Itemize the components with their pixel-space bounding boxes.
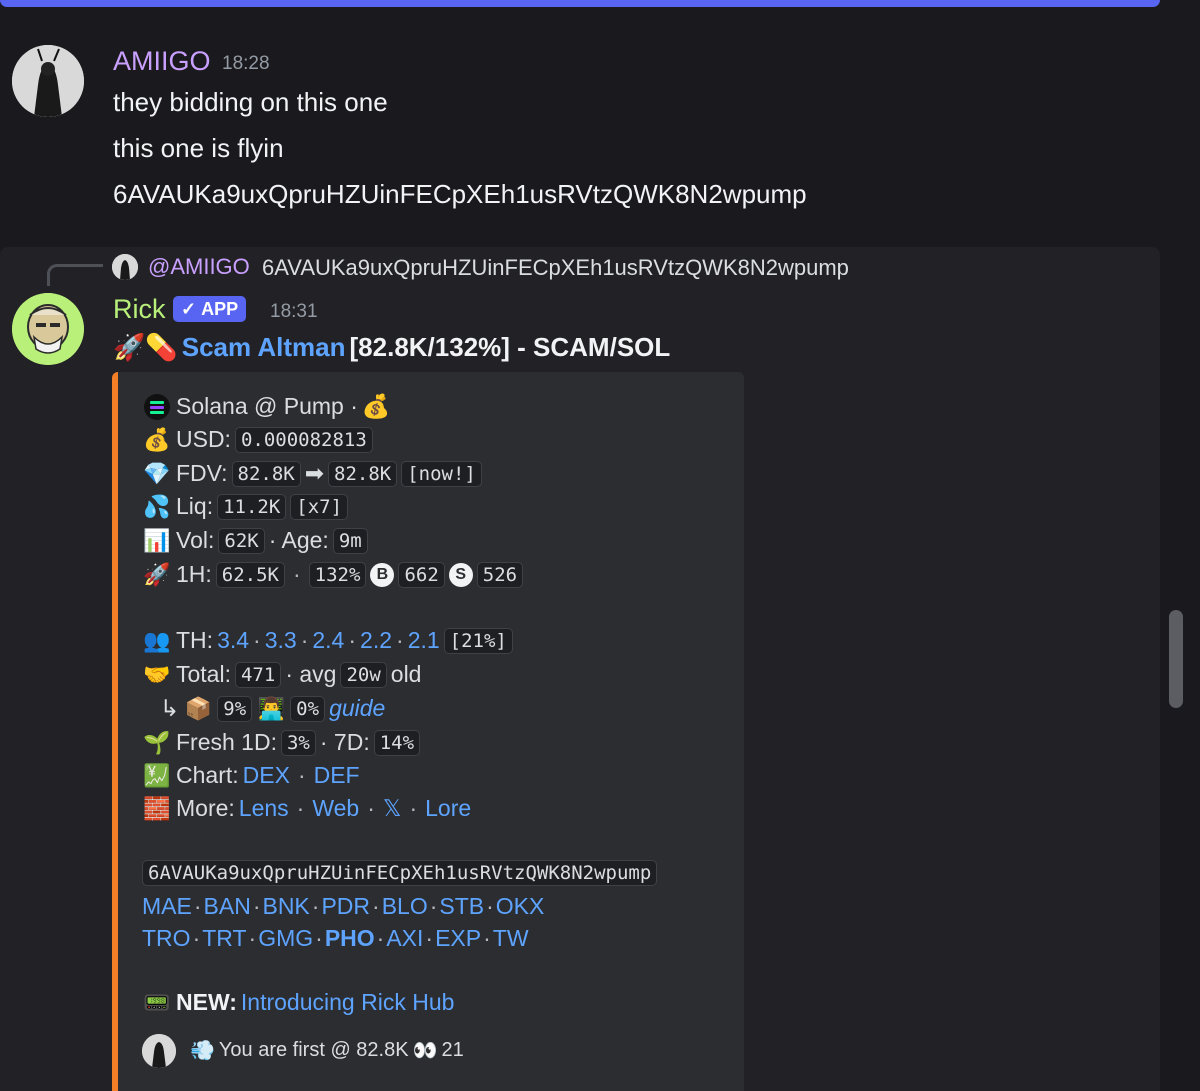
reply-mention[interactable]: @AMIIGO <box>148 254 250 280</box>
exchange-link[interactable]: BNK <box>262 893 309 920</box>
fdv-line: 💎 FDV: 82.8K ➡ 82.8K [now!] <box>142 460 482 487</box>
distribution-line: ↳ 📦 9% 👨‍💻 0% guide <box>160 695 386 722</box>
footer-line: 💨 You are first @ 82.8K 👀 21 <box>190 1039 464 1062</box>
avatar-rick[interactable] <box>12 293 84 365</box>
brick-icon: 🧱 <box>143 795 171 821</box>
message-line-2: this one is flyin <box>113 133 284 163</box>
exchange-link[interactable]: MAE <box>142 893 192 920</box>
guide-link[interactable]: guide <box>329 695 385 722</box>
reply-avatar[interactable] <box>112 254 138 280</box>
exchange-link[interactable]: PDR <box>321 893 370 920</box>
exchange-link[interactable]: AXI <box>386 925 423 952</box>
exchange-link[interactable]: PHO <box>325 925 375 952</box>
more-link-x[interactable]: 𝕏 <box>383 795 402 822</box>
holder-link[interactable]: 2.2 <box>360 627 392 654</box>
reply-preview[interactable]: 6AVAUKa9uxQpruHZUinFECpXEh1usRVtzQWK8N2w… <box>262 255 849 281</box>
token-name-link[interactable]: Scam Altman <box>182 332 346 363</box>
liquidity-line: 💦 Liq: 11.2K [x7] <box>142 493 349 520</box>
exchange-link[interactable]: TRT <box>202 925 246 952</box>
news-link[interactable]: Introducing Rick Hub <box>241 989 455 1016</box>
dash-icon: 💨 <box>190 1040 215 1062</box>
volume-line: 📊 Vol: 62K · Age: 9m <box>142 527 368 554</box>
sells-badge-icon: S <box>448 562 473 587</box>
pager-icon: 📟 <box>143 989 171 1015</box>
avatar[interactable] <box>12 45 84 117</box>
username-rick[interactable]: Rick <box>113 294 166 325</box>
timestamp: 18:31 <box>270 301 318 322</box>
exchange-link[interactable]: TRO <box>142 925 191 952</box>
exchange-link[interactable]: BAN <box>204 893 251 920</box>
exchange-link[interactable]: GMG <box>258 925 313 952</box>
diamond-icon: 💎 <box>143 460 171 486</box>
rocket-icon: 🚀 <box>143 561 171 587</box>
exchange-link[interactable]: OKX <box>496 893 545 920</box>
message-line-3: 6AVAUKa9uxQpruHZUinFECpXEh1usRVtzQWK8N2w… <box>113 179 807 209</box>
eyes-icon: 👀 <box>412 1040 438 1062</box>
developer-icon: 👨‍💻 <box>257 695 285 721</box>
exchange-row-1: MAE · BAN · BNK · PDR · BLO · STB · OKX <box>142 893 545 920</box>
arrow-right-icon: ➡ <box>304 460 325 486</box>
holder-link[interactable]: 2.4 <box>312 627 344 654</box>
chart-yen-icon: 💹 <box>143 762 171 788</box>
chart-line: 💹 Chart: DEX · DEF <box>143 762 360 789</box>
token-stats: [82.8K/132%] - SCAM/SOL <box>349 332 671 362</box>
news-line: 📟 NEW: Introducing Rick Hub <box>143 989 455 1016</box>
money-bag-icon: 💰 <box>143 426 171 452</box>
chain-line: Solana @ Pump · 💰 <box>142 393 391 420</box>
token-title: 🚀💊 Scam Altman [82.8K/132%] - SCAM/SOL <box>113 332 670 363</box>
rocket-pill-emoji: 🚀💊 <box>113 332 178 362</box>
exchange-link[interactable]: TW <box>493 925 529 952</box>
more-link-web[interactable]: Web <box>312 795 359 822</box>
footer-avatar <box>142 1034 176 1068</box>
username-amiigo[interactable]: AMIIGO <box>113 46 211 77</box>
checkmark-icon: ✓ <box>181 298 197 319</box>
holder-link[interactable]: 3.4 <box>217 627 249 654</box>
bar-chart-icon: 📊 <box>143 527 171 553</box>
exchange-link[interactable]: BLO <box>382 893 428 920</box>
app-badge: ✓ APP <box>173 296 247 322</box>
usd-line: 💰 USD: 0.000082813 <box>142 426 373 453</box>
money-bag-icon: 💰 <box>361 393 391 419</box>
contract-address-line: 6AVAUKa9uxQpruHZUinFECpXEh1usRVtzQWK8N2w… <box>142 860 658 886</box>
fresh-line: 🌱 Fresh 1D: 3% · 7D: 14% <box>142 729 421 756</box>
hour-line: 🚀 1H: 62.5K · 132% B 662 S 526 <box>142 561 524 588</box>
chart-link-dex[interactable]: DEX <box>243 762 290 789</box>
solana-icon <box>142 393 172 420</box>
message-line-1: they bidding on this one <box>113 87 388 117</box>
package-icon: 📦 <box>184 695 212 721</box>
total-holders-line: 🤝 Total: 471 · avg 20w old <box>143 661 422 688</box>
more-link-lens[interactable]: Lens <box>239 795 289 822</box>
scrollbar-thumb[interactable] <box>1169 610 1183 708</box>
more-link-lore[interactable]: Lore <box>425 795 471 822</box>
reply-connector <box>47 264 103 286</box>
holder-link[interactable]: 2.1 <box>408 627 440 654</box>
top-accent-bar <box>0 0 1160 7</box>
contract-address[interactable]: 6AVAUKa9uxQpruHZUinFECpXEh1usRVtzQWK8N2w… <box>142 860 658 886</box>
seedling-icon: 🌱 <box>143 729 171 755</box>
droplets-icon: 💦 <box>143 493 171 519</box>
exchange-link[interactable]: EXP <box>435 925 481 952</box>
holder-link[interactable]: 3.3 <box>265 627 297 654</box>
people-icon: 👥 <box>143 627 171 653</box>
usd-value: 0.000082813 <box>234 426 373 453</box>
buys-badge-icon: B <box>370 562 395 587</box>
handshake-icon: 🤝 <box>143 661 171 687</box>
sub-arrow-icon: ↳ <box>160 695 180 721</box>
timestamp: 18:28 <box>222 53 270 74</box>
exchange-link[interactable]: STB <box>439 893 484 920</box>
exchange-row-2: TRO · TRT · GMG · PHO · AXI · EXP · TW <box>142 925 529 952</box>
more-line: 🧱 More: Lens · Web · 𝕏 · Lore <box>143 795 472 822</box>
top-holders-line: 👥 TH: 3.4 · 3.3 · 2.4 · 2.2 · 2.1 [21%] <box>142 627 513 654</box>
chart-link-def[interactable]: DEF <box>314 762 360 789</box>
